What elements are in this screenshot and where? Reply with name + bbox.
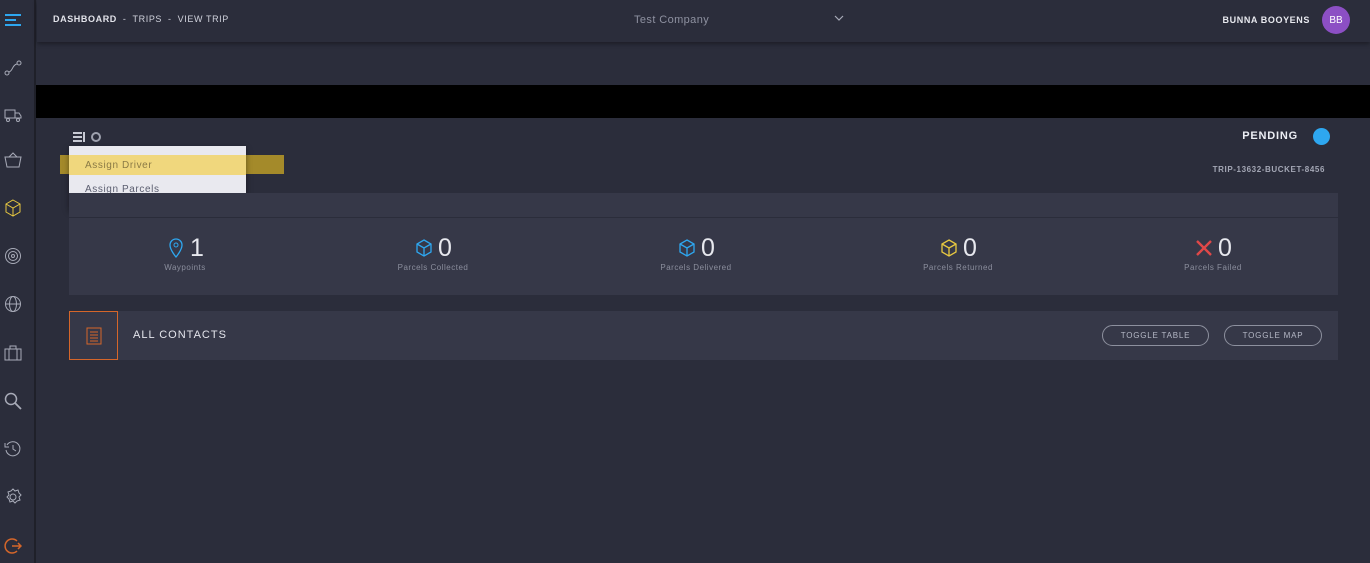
list-menu-icon[interactable] <box>72 130 86 144</box>
stat-label: Waypoints <box>164 263 206 272</box>
breadcrumb-separator: - <box>168 14 172 24</box>
breadcrumb: DASHBOARD - TRIPS - VIEW TRIP <box>53 14 229 24</box>
briefcase-icon[interactable] <box>4 344 22 362</box>
banner <box>36 85 1370 118</box>
route-icon[interactable] <box>4 59 22 77</box>
company-select[interactable]: Test Company <box>634 14 709 26</box>
stat-value: 0 <box>963 234 977 262</box>
avatar[interactable]: BB <box>1322 6 1350 34</box>
breadcrumb-trips[interactable]: TRIPS <box>133 14 163 24</box>
settings-icon[interactable] <box>4 488 22 506</box>
cube-icon <box>679 239 695 257</box>
breadcrumb-view-trip: VIEW TRIP <box>177 14 229 24</box>
globe-icon[interactable] <box>4 295 22 313</box>
trip-status: PENDING <box>1242 130 1298 142</box>
history-icon[interactable] <box>4 440 22 458</box>
logout-icon[interactable] <box>4 537 22 555</box>
status-dot <box>1313 128 1330 145</box>
toggle-map-button[interactable]: TOGGLE MAP <box>1224 325 1322 346</box>
trip-toolbar <box>72 130 102 144</box>
sidebar <box>0 0 36 563</box>
stat-value: 1 <box>190 234 204 262</box>
contacts-title: ALL CONTACTS <box>133 329 227 341</box>
stat-label: Parcels Delivered <box>660 263 732 272</box>
stat-parcels-collected: 0 Parcels Collected <box>358 235 508 272</box>
truck-icon[interactable] <box>4 106 22 124</box>
breadcrumb-dashboard[interactable]: DASHBOARD <box>53 14 117 24</box>
stat-label: Parcels Returned <box>923 263 993 272</box>
stat-value: 0 <box>1218 234 1232 262</box>
stat-parcels-delivered: 0 Parcels Delivered <box>621 235 771 272</box>
stats-header <box>69 193 1338 217</box>
stat-label: Parcels Failed <box>1184 263 1242 272</box>
menu-icon[interactable] <box>4 11 22 29</box>
trip-id: TRIP-13632-BUCKET-8456 <box>1212 165 1325 174</box>
chevron-down-icon[interactable] <box>834 13 844 23</box>
search-icon[interactable] <box>4 392 22 410</box>
stats-panel: 1 Waypoints 0 Parcels Collected 0 Parcel… <box>69 218 1338 295</box>
cube-icon <box>941 239 957 257</box>
box-icon[interactable] <box>4 199 22 217</box>
refresh-icon[interactable] <box>90 131 102 143</box>
toggle-table-button[interactable]: TOGGLE TABLE <box>1102 325 1209 346</box>
pin-icon <box>169 238 183 258</box>
basket-icon[interactable] <box>4 151 22 169</box>
top-bar: DASHBOARD - TRIPS - VIEW TRIP Test Compa… <box>37 0 1370 42</box>
cube-icon <box>416 239 432 257</box>
stat-value: 0 <box>438 234 452 262</box>
menu-item-assign-driver[interactable]: Assign Driver <box>69 155 246 175</box>
fingerprint-icon[interactable] <box>4 247 22 265</box>
contacts-panel: ALL CONTACTS TOGGLE TABLE TOGGLE MAP <box>69 311 1338 360</box>
stat-parcels-returned: 0 Parcels Returned <box>883 235 1033 272</box>
stat-value: 0 <box>701 234 715 262</box>
stat-parcels-failed: 0 Parcels Failed <box>1138 235 1288 272</box>
user-name[interactable]: BUNNA BOOYENS <box>1223 15 1310 25</box>
x-icon <box>1196 240 1212 256</box>
stat-waypoints: 1 Waypoints <box>110 235 260 272</box>
breadcrumb-separator: - <box>122 14 127 24</box>
stat-label: Parcels Collected <box>397 263 469 272</box>
contacts-list-icon <box>69 311 118 360</box>
